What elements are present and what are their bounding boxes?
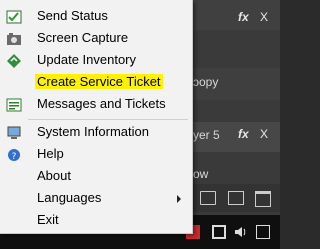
context-menu: Send Status Screen Capture Update Invent… (0, 0, 193, 234)
help-icon: ? (6, 147, 22, 162)
trash-icon[interactable] (255, 191, 271, 207)
send-status-icon (6, 9, 22, 24)
highlighted-text: Create Service Ticket (35, 74, 163, 89)
close-icon[interactable]: X (260, 10, 268, 24)
bg-text-copy: ɔopy (193, 75, 219, 89)
notification-icon[interactable] (256, 225, 270, 239)
menu-item-label: Screen Capture (37, 30, 129, 45)
menu-item-exit[interactable]: Exit (0, 209, 190, 231)
update-inventory-icon (6, 53, 22, 68)
menu-item-label: Languages (37, 190, 102, 205)
menu-item-send-status[interactable]: Send Status (0, 5, 190, 27)
menu-item-system-information[interactable]: System Information (0, 121, 190, 143)
menu-item-label: Help (37, 146, 64, 161)
menu-item-label: Create Service Ticket (35, 71, 163, 93)
bg-text-row3: ow (193, 167, 209, 181)
bottom-toolbar (185, 184, 280, 212)
volume-icon[interactable] (234, 225, 248, 239)
menu-item-update-inventory[interactable]: Update Inventory (0, 49, 190, 71)
menu-item-label: System Information (37, 124, 149, 139)
new-layer-icon[interactable] (228, 191, 244, 205)
computer-icon (6, 125, 22, 139)
menu-item-label: Exit (37, 212, 59, 227)
fx-label[interactable]: fx (238, 10, 249, 24)
chevron-right-icon (177, 195, 181, 203)
svg-text:?: ? (12, 152, 17, 162)
messages-icon (6, 97, 22, 112)
menu-item-label: Send Status (37, 8, 108, 23)
menu-item-help[interactable]: ? Help (0, 143, 190, 165)
menu-item-create-service-ticket[interactable]: Create Service Ticket (0, 71, 190, 93)
menu-item-screen-capture[interactable]: Screen Capture (0, 27, 190, 49)
close-icon[interactable]: X (260, 127, 268, 141)
folder-icon[interactable] (200, 191, 216, 205)
menu-item-languages[interactable]: Languages (0, 187, 190, 209)
network-icon[interactable] (212, 225, 226, 239)
menu-item-messages-and-tickets[interactable]: Messages and Tickets (0, 93, 190, 115)
menu-item-about[interactable]: About (0, 165, 190, 187)
fx-label[interactable]: fx (238, 127, 249, 141)
menu-item-label: Messages and Tickets (37, 96, 166, 111)
menu-separator (28, 119, 188, 120)
bg-text-layer: yer 5 (193, 128, 220, 142)
menu-item-label: About (37, 168, 71, 183)
menu-item-label: Update Inventory (37, 52, 137, 67)
camera-icon (6, 31, 22, 45)
